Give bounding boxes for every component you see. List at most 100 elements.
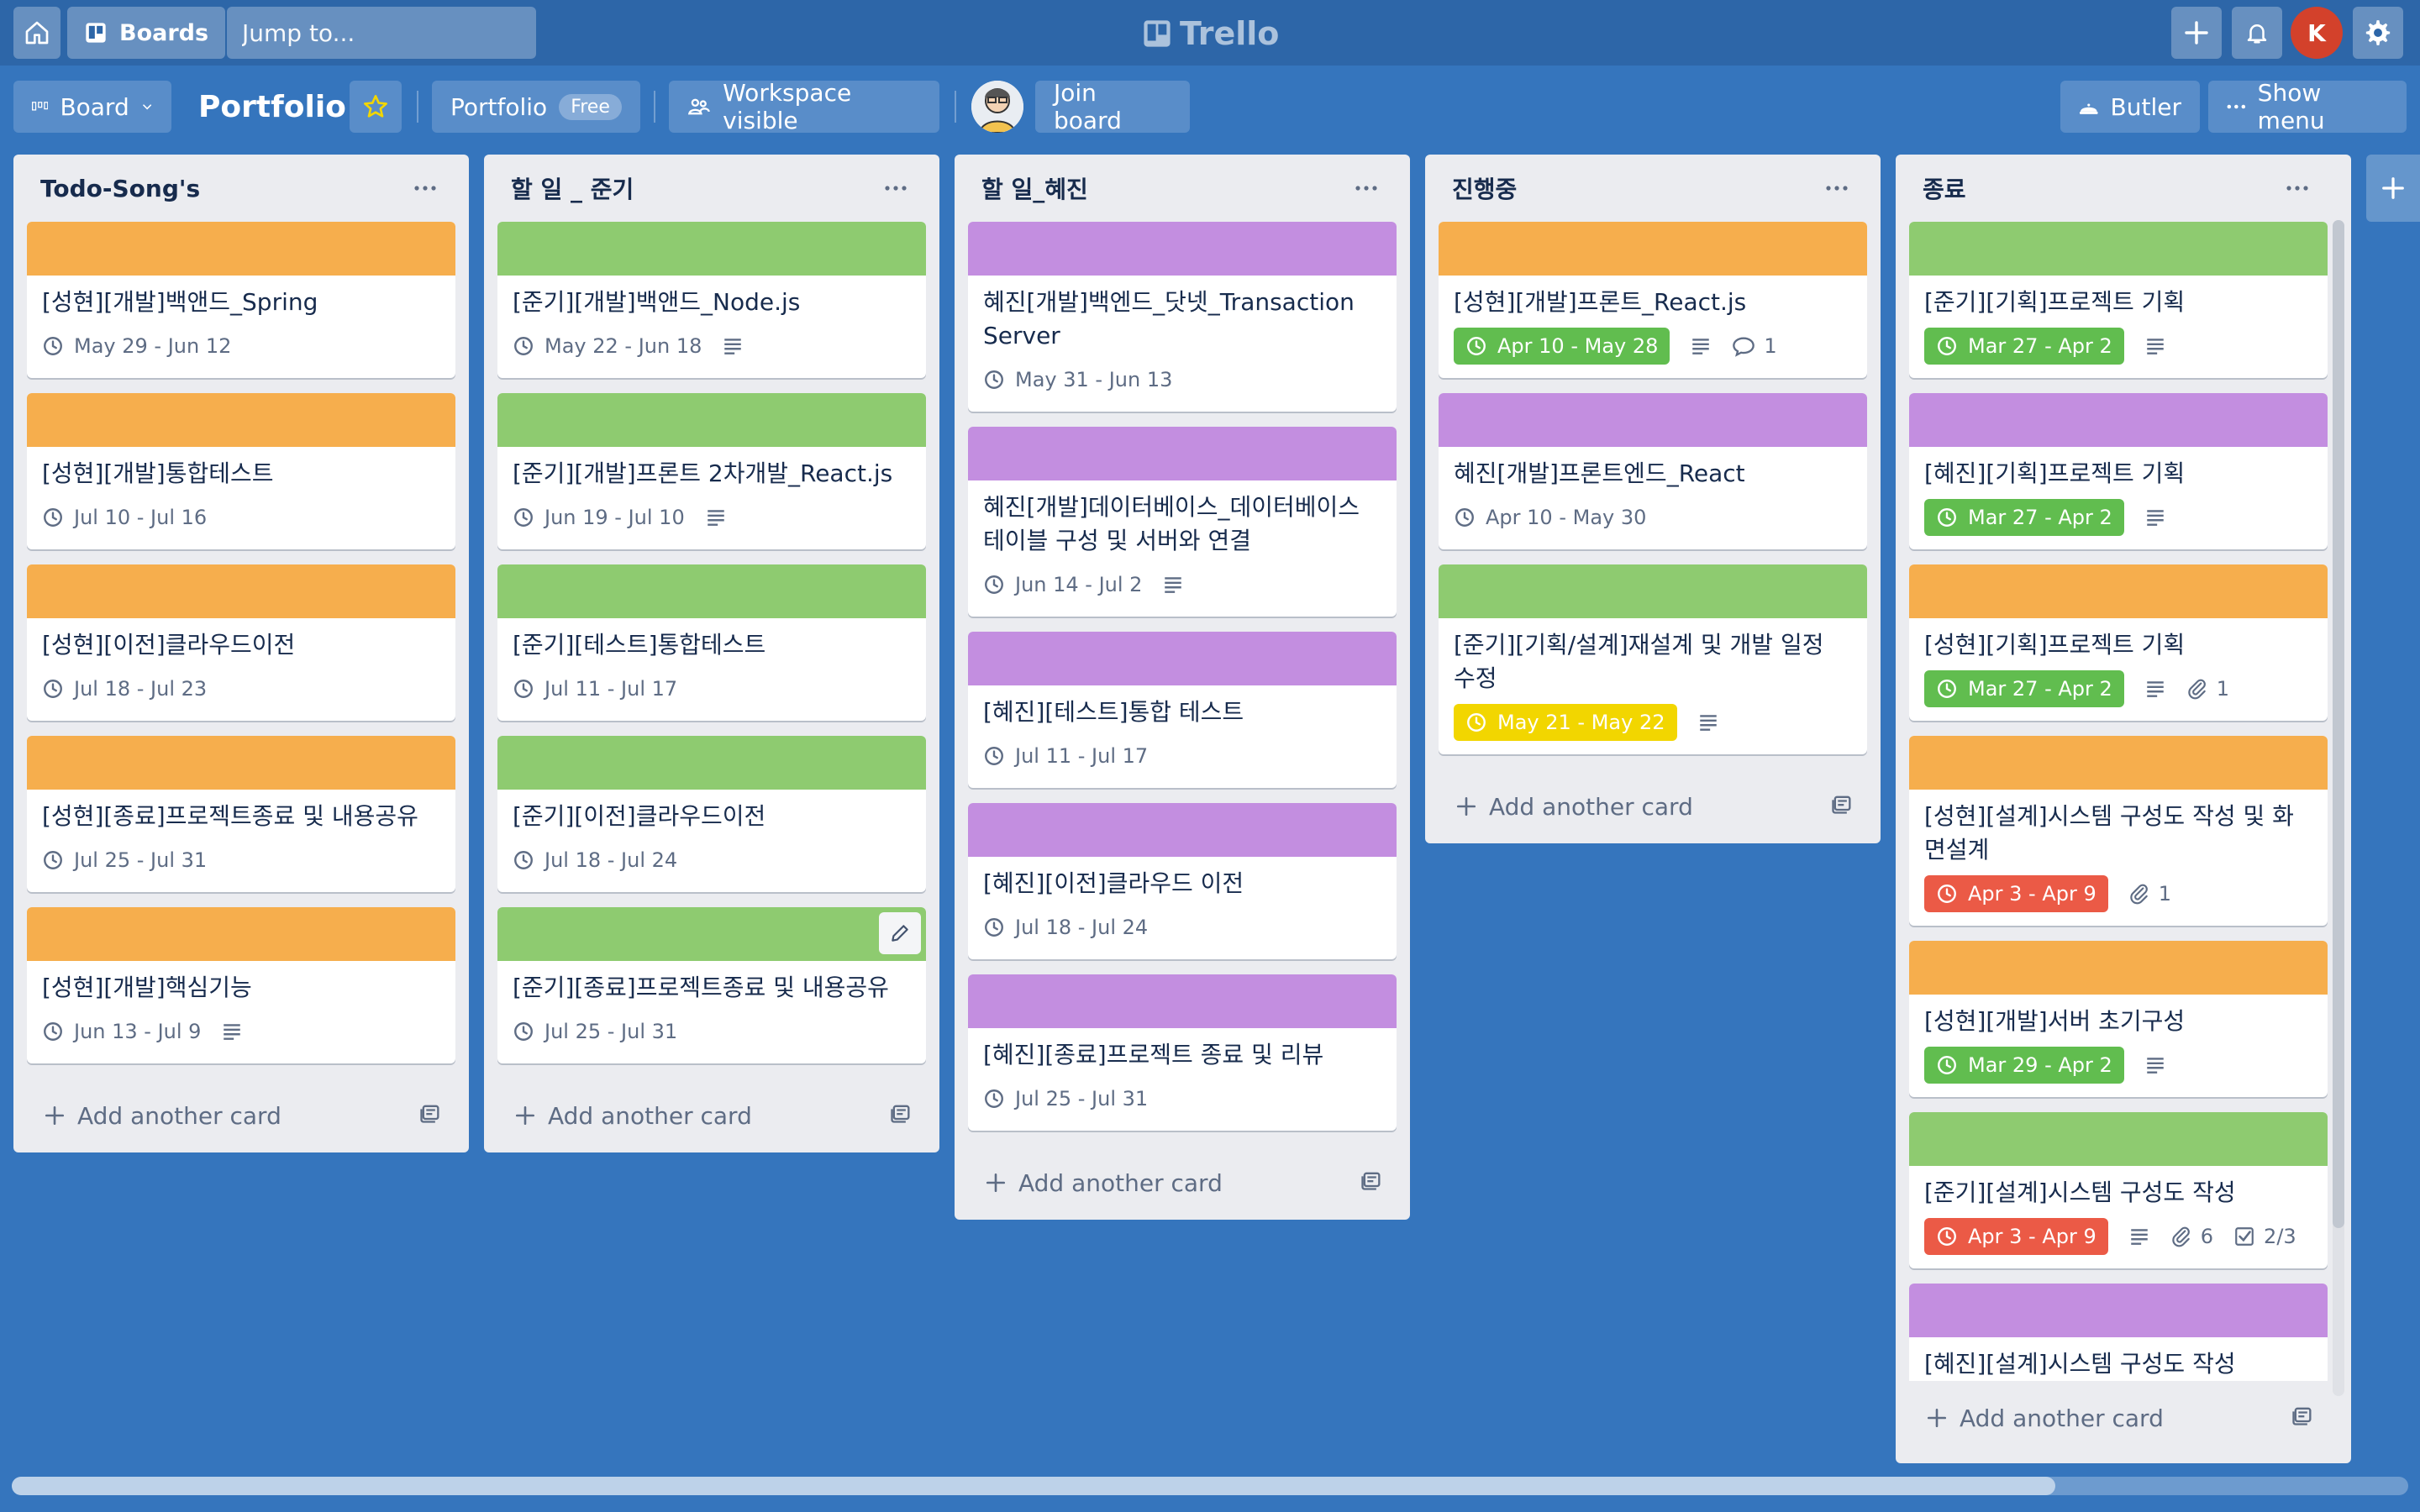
due-date-badge[interactable]: May 21 - May 22 — [1454, 704, 1677, 741]
due-date-badge[interactable]: Mar 27 - Apr 2 — [1924, 670, 2124, 707]
due-date-badge[interactable]: May 31 - Jun 13 — [983, 361, 1172, 398]
visibility-button[interactable]: Workspace visible — [669, 79, 939, 134]
due-date-badge[interactable]: Jul 18 - Jul 24 — [983, 909, 1148, 946]
due-date-badge[interactable]: May 22 - Jun 18 — [513, 328, 702, 365]
list[interactable]: 종료 [준기][기획]프로젝트 기획 Mar 27 - Apr 2 [혜진][기… — [1896, 155, 2351, 1463]
add-card-button[interactable]: Add another card — [968, 1146, 1397, 1220]
due-date-badge[interactable]: Apr 3 - Apr 9 — [1924, 1218, 2108, 1255]
card[interactable]: [준기][설계]시스템 구성도 작성 Apr 3 - Apr 9 6 2/3 — [1909, 1112, 2328, 1268]
card[interactable]: [성현][개발]프론트_React.js Apr 10 - May 28 1 — [1439, 222, 1867, 378]
create-from-template-button[interactable] — [1360, 1168, 1383, 1198]
due-date-badge[interactable]: Apr 3 - Apr 9 — [1924, 875, 2108, 912]
due-date-badge[interactable]: Apr 10 - May 28 — [1454, 328, 1670, 365]
due-date-badge[interactable]: Jul 11 - Jul 17 — [983, 738, 1148, 774]
member-avatar[interactable] — [971, 81, 1023, 133]
card[interactable]: [준기][기획/설계]재설계 및 개발 일정 수정 May 21 - May 2… — [1439, 564, 1867, 754]
notifications-button[interactable] — [2232, 7, 2282, 59]
card[interactable]: [준기][개발]프론트 2차개발_React.js Jun 19 - Jul 1… — [497, 393, 926, 549]
card[interactable]: [준기][기획]프로젝트 기획 Mar 27 - Apr 2 — [1909, 222, 2328, 378]
home-button[interactable] — [13, 7, 60, 59]
jump-to-search[interactable] — [227, 7, 537, 59]
create-from-template-button[interactable] — [1830, 792, 1854, 822]
due-date-badge[interactable]: Jul 25 - Jul 31 — [42, 842, 207, 879]
board-view-switcher[interactable]: Board — [13, 81, 171, 133]
create-from-template-button[interactable] — [889, 1101, 913, 1131]
list-menu-button[interactable] — [1820, 171, 1854, 205]
list-menu-button[interactable] — [408, 171, 442, 205]
due-date-badge[interactable]: May 29 - Jun 12 — [42, 328, 231, 365]
list[interactable]: 진행중 [성현][개발]프론트_React.js Apr 10 - May 28… — [1425, 155, 1881, 843]
user-avatar[interactable]: K — [2291, 7, 2343, 59]
card[interactable]: [성현][이전]클라우드이전 Jul 18 - Jul 23 — [27, 564, 455, 721]
show-menu-button[interactable]: Show menu — [2208, 79, 2407, 134]
due-date-badge[interactable]: Jun 14 - Jul 2 — [983, 566, 1142, 603]
list[interactable]: 할 일_혜진 혜진[개발]백엔드_닷넷_Transaction Server M… — [955, 155, 1410, 1220]
due-date-badge[interactable]: Jul 25 - Jul 31 — [983, 1080, 1148, 1117]
card[interactable]: [성현][개발]통합테스트 Jul 10 - Jul 16 — [27, 393, 455, 549]
due-date-badge[interactable]: Mar 27 - Apr 2 — [1924, 499, 2124, 536]
add-card-button[interactable]: Add another card — [27, 1079, 455, 1152]
card[interactable]: [성현][종료]프로젝트종료 및 내용공유 Jul 25 - Jul 31 — [27, 736, 455, 892]
list-header[interactable]: 할 일 _ 준기 — [497, 155, 926, 222]
due-date-badge[interactable]: Jul 18 - Jul 24 — [513, 842, 677, 879]
list-title[interactable]: 종료 — [1923, 171, 1966, 205]
add-card-button[interactable]: Add another card — [497, 1079, 926, 1152]
card[interactable]: [준기][이전]클라우드이전 Jul 18 - Jul 24 — [497, 736, 926, 892]
card[interactable]: [혜진][이전]클라우드 이전 Jul 18 - Jul 24 — [968, 803, 1397, 959]
card[interactable]: [혜진][종료]프로젝트 종료 및 리뷰 Jul 25 - Jul 31 — [968, 974, 1397, 1131]
due-date-badge[interactable]: Jun 13 - Jul 9 — [42, 1013, 201, 1050]
due-date-badge[interactable]: Jul 10 - Jul 16 — [42, 499, 207, 536]
list-vertical-scrollbar[interactable] — [2333, 220, 2344, 1396]
card[interactable]: 혜진[개발]백엔드_닷넷_Transaction Server May 31 -… — [968, 222, 1397, 412]
list-header[interactable]: Todo-Song's — [27, 155, 455, 222]
edit-card-button[interactable] — [879, 912, 921, 954]
card[interactable]: 혜진[개발]프론트엔드_React Apr 10 - May 30 — [1439, 393, 1867, 549]
list-header[interactable]: 종료 — [1909, 155, 2328, 222]
add-card-button[interactable]: Add another card — [1909, 1381, 2328, 1455]
list-title[interactable]: 할 일_혜진 — [981, 171, 1088, 205]
card[interactable]: 혜진[개발]데이터베이스_데이터베이스 테이블 구성 및 서버와 연결 Jun … — [968, 427, 1397, 617]
due-date-badge[interactable]: Mar 29 - Apr 2 — [1924, 1047, 2124, 1084]
card[interactable]: [준기][종료]프로젝트종료 및 내용공유 Jul 25 - Jul 31 — [497, 907, 926, 1063]
workspace-button[interactable]: Portfolio Free — [432, 81, 640, 133]
board-horizontal-scrollbar[interactable] — [12, 1477, 2408, 1495]
board-title[interactable]: Portfolio — [198, 84, 346, 129]
star-board-button[interactable] — [350, 81, 402, 133]
settings-button[interactable] — [2353, 7, 2403, 59]
card[interactable]: [성현][개발]핵심기능 Jun 13 - Jul 9 — [27, 907, 455, 1063]
due-date-badge[interactable]: Mar 27 - Apr 2 — [1924, 328, 2124, 365]
list-title[interactable]: 할 일 _ 준기 — [511, 171, 634, 205]
card[interactable]: [준기][개발]백앤드_Node.js May 22 - Jun 18 — [497, 222, 926, 378]
butler-button[interactable]: Butler — [2060, 81, 2200, 133]
list-title[interactable]: Todo-Song's — [40, 175, 200, 202]
list[interactable]: 할 일 _ 준기 [준기][개발]백앤드_Node.js May 22 - Ju… — [484, 155, 939, 1152]
create-from-template-button[interactable] — [418, 1101, 442, 1131]
list-menu-button[interactable] — [879, 171, 913, 205]
search-input[interactable] — [240, 18, 537, 48]
due-date-badge[interactable]: Jul 18 - Jul 23 — [42, 670, 207, 707]
due-date-badge[interactable]: Apr 10 - May 30 — [1454, 499, 1646, 536]
card[interactable]: [성현][개발]백앤드_Spring May 29 - Jun 12 — [27, 222, 455, 378]
list-header[interactable]: 할 일_혜진 — [968, 155, 1397, 222]
list-menu-button[interactable] — [1349, 171, 1383, 205]
board-scroll-thumb[interactable] — [12, 1477, 2055, 1495]
add-card-button[interactable]: Add another card — [1439, 769, 1867, 843]
card[interactable]: [성현][기획]프로젝트 기획 Mar 27 - Apr 2 1 — [1909, 564, 2328, 721]
due-date-badge[interactable]: Jun 19 - Jul 10 — [513, 499, 685, 536]
list-menu-button[interactable] — [2281, 171, 2314, 205]
create-button[interactable] — [2171, 7, 2222, 59]
card[interactable]: [성현][개발]서버 초기구성 Mar 29 - Apr 2 — [1909, 941, 2328, 1097]
list-scroll-thumb[interactable] — [2333, 220, 2344, 1228]
list-title[interactable]: 진행중 — [1452, 171, 1517, 205]
create-from-template-button[interactable] — [2291, 1404, 2314, 1433]
trello-logo[interactable]: Trello — [1143, 12, 1279, 55]
card[interactable]: [혜진][설계]시스템 구성도 작성 Apr 2 - Apr 9 — [1909, 1284, 2328, 1381]
card[interactable]: [혜진][기획]프로젝트 기획 Mar 27 - Apr 2 — [1909, 393, 2328, 549]
card[interactable]: [혜진][테스트]통합 테스트 Jul 11 - Jul 17 — [968, 632, 1397, 788]
card[interactable]: [성현][설계]시스템 구성도 작성 및 화면설계 Apr 3 - Apr 9 1 — [1909, 736, 2328, 926]
card[interactable]: [준기][테스트]통합테스트 Jul 11 - Jul 17 — [497, 564, 926, 721]
list-header[interactable]: 진행중 — [1439, 155, 1867, 222]
boards-button[interactable]: Boards — [67, 7, 226, 59]
join-board-button[interactable]: Join board — [1035, 79, 1190, 134]
due-date-badge[interactable]: Jul 11 - Jul 17 — [513, 670, 677, 707]
